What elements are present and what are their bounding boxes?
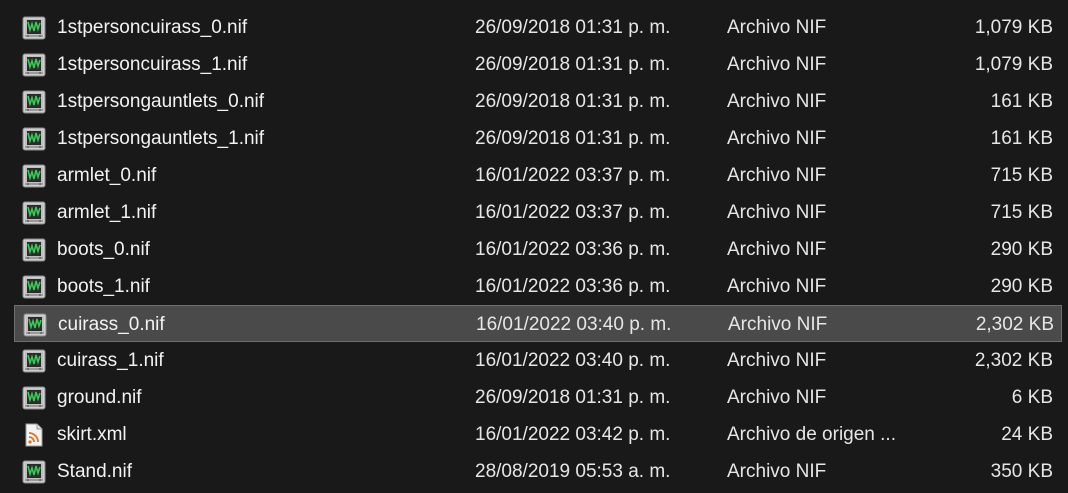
file-name: 1stpersongauntlets_1.nif (57, 128, 265, 149)
file-name: 1stpersoncuirass_0.nif (57, 17, 248, 38)
file-name: skirt.xml (57, 424, 127, 445)
file-name: boots_0.nif (57, 239, 150, 260)
file-name: cuirass_0.nif (58, 314, 165, 335)
file-size: 161 KB (990, 91, 1053, 112)
file-date-modified: 16/01/2022 03:37 p. m. (475, 165, 671, 186)
file-row[interactable]: cuirass_0.nif 16/01/2022 03:40 p. m. Archi… (14, 305, 1062, 342)
file-size: 1,079 KB (974, 17, 1053, 38)
file-date-modified: 28/08/2019 05:53 a. m. (475, 461, 671, 482)
file-name: cuirass_1.nif (57, 350, 164, 371)
nif-file-icon (22, 275, 46, 299)
file-size: 161 KB (990, 128, 1053, 149)
file-row[interactable]: 1stpersoncuirass_0.nif 26/09/2018 01:31 p… (14, 9, 1062, 46)
file-row[interactable]: 1stpersongauntlets_1.nif 26/09/2018 01:31… (14, 120, 1062, 157)
file-type: Archivo NIF (727, 128, 827, 149)
file-name: 1stpersoncuirass_1.nif (57, 54, 248, 75)
file-list: 1stpersoncuirass_0.nif 26/09/2018 01:31 p… (0, 0, 1068, 493)
nif-file-icon (22, 386, 46, 410)
nif-file-icon (23, 313, 47, 337)
file-size: 350 KB (990, 461, 1053, 482)
file-size: 2,302 KB (975, 314, 1054, 335)
file-date-modified: 26/09/2018 01:31 p. m. (475, 91, 671, 112)
file-row[interactable]: boots_0.nif 16/01/2022 03:36 p. m. Archivo… (14, 231, 1062, 268)
file-name: Stand.nif (57, 461, 132, 482)
nif-file-icon (22, 349, 46, 373)
file-size: 715 KB (990, 165, 1053, 186)
nif-file-icon (22, 460, 46, 484)
file-name: boots_1.nif (57, 276, 150, 297)
file-date-modified: 16/01/2022 03:40 p. m. (476, 314, 672, 335)
file-row[interactable]: ground.nif 26/09/2018 01:31 p. m. Archivo … (14, 379, 1062, 416)
file-date-modified: 26/09/2018 01:31 p. m. (475, 54, 671, 75)
file-row[interactable]: armlet_0.nif 16/01/2022 03:37 p. m. Archiv… (14, 157, 1062, 194)
file-type: Archivo NIF (727, 461, 827, 482)
file-type: Archivo NIF (727, 165, 827, 186)
file-size: 2,302 KB (974, 350, 1053, 371)
nif-file-icon (22, 53, 46, 77)
file-row[interactable]: 1stpersongauntlets_0.nif 26/09/2018 01:31… (14, 83, 1062, 120)
file-date-modified: 26/09/2018 01:31 p. m. (475, 387, 671, 408)
file-name: armlet_1.nif (57, 202, 157, 223)
file-date-modified: 16/01/2022 03:42 p. m. (475, 424, 671, 445)
file-date-modified: 26/09/2018 01:31 p. m. (475, 128, 671, 149)
file-type: Archivo NIF (727, 202, 827, 223)
file-row[interactable]: armlet_1.nif 16/01/2022 03:37 p. m. Archiv… (14, 194, 1062, 231)
file-date-modified: 16/01/2022 03:36 p. m. (475, 239, 671, 260)
file-name: armlet_0.nif (57, 165, 157, 186)
nif-file-icon (22, 127, 46, 151)
file-size: 290 KB (990, 276, 1053, 297)
file-size: 290 KB (990, 239, 1053, 260)
file-row[interactable]: skirt.xml 16/01/2022 03:42 p. m. Archivo d… (14, 416, 1062, 453)
file-row[interactable]: cuirass_1.nif 16/01/2022 03:40 p. m. Archi… (14, 342, 1062, 379)
file-date-modified: 26/09/2018 01:31 p. m. (475, 17, 671, 38)
file-type: Archivo NIF (727, 350, 827, 371)
file-type: Archivo NIF (727, 54, 827, 75)
file-type: Archivo NIF (727, 17, 827, 38)
file-name: ground.nif (57, 387, 142, 408)
file-type: Archivo de origen ... (727, 424, 896, 445)
nif-file-icon (22, 164, 46, 188)
file-row[interactable]: Stand.nif 28/08/2019 05:53 a. m. Archivo N… (14, 453, 1062, 490)
xml-file-icon (22, 423, 46, 447)
nif-file-icon (22, 90, 46, 114)
file-size: 715 KB (990, 202, 1053, 223)
file-row[interactable]: 1stpersoncuirass_1.nif 26/09/2018 01:31 p… (14, 46, 1062, 83)
nif-file-icon (22, 238, 46, 262)
file-name: 1stpersongauntlets_0.nif (57, 91, 265, 112)
file-type: Archivo NIF (727, 91, 827, 112)
file-type: Archivo NIF (727, 387, 827, 408)
file-size: 24 KB (1001, 424, 1053, 445)
file-date-modified: 16/01/2022 03:40 p. m. (475, 350, 671, 371)
file-type: Archivo NIF (727, 239, 827, 260)
file-type: Archivo NIF (728, 314, 828, 335)
nif-file-icon (22, 201, 46, 225)
file-size: 1,079 KB (974, 54, 1053, 75)
file-date-modified: 16/01/2022 03:36 p. m. (475, 276, 671, 297)
file-row[interactable]: boots_1.nif 16/01/2022 03:36 p. m. Archivo… (14, 268, 1062, 305)
nif-file-icon (22, 16, 46, 40)
file-size: 6 KB (1011, 387, 1053, 408)
file-date-modified: 16/01/2022 03:37 p. m. (475, 202, 671, 223)
file-type: Archivo NIF (727, 276, 827, 297)
